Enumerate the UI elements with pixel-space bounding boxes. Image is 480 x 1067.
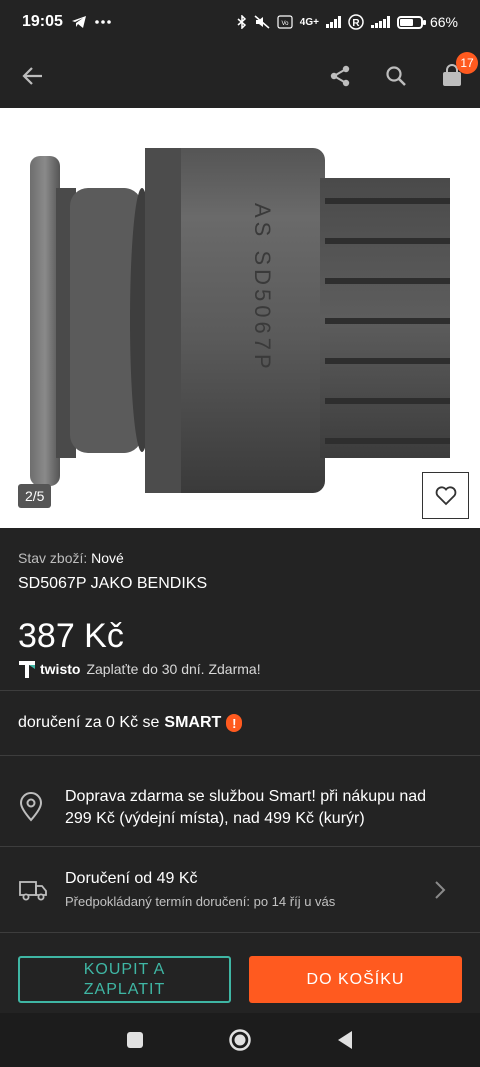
- svg-text:Vo: Vo: [281, 21, 289, 27]
- buy-now-button[interactable]: KOUPIT A ZAPLATIT: [18, 956, 231, 1003]
- volte-icon: Vo: [277, 15, 293, 29]
- twisto-logo: twisto: [18, 659, 80, 679]
- twisto-text: Zaplaťte do 30 dní. Zdarma!: [86, 661, 261, 677]
- twisto-icon: [19, 661, 35, 678]
- search-icon[interactable]: [376, 56, 416, 96]
- back-arrow-icon[interactable]: [13, 56, 53, 96]
- telegram-icon: [71, 16, 86, 28]
- add-to-cart-button[interactable]: DO KOŠÍKU: [249, 956, 462, 1003]
- chevron-right-icon: [435, 881, 446, 899]
- free-shipping-text: Doprava zdarma se službou Smart! při nák…: [65, 788, 427, 827]
- smart-text: doručení za 0 Kč se: [18, 714, 160, 731]
- location-pin-icon: [19, 792, 43, 822]
- bluetooth-icon: [237, 15, 246, 29]
- condition: Stav zboží: Nové: [18, 550, 124, 566]
- recents-icon: [127, 1032, 143, 1048]
- svg-text:R: R: [352, 18, 360, 29]
- favorite-button[interactable]: [422, 472, 469, 519]
- divider: [0, 755, 480, 756]
- app-bar: 17: [0, 44, 480, 108]
- delivery-title: Doručení od 49 Kč: [65, 870, 198, 887]
- battery-percent: 66%: [429, 14, 458, 30]
- battery-fill: [399, 18, 413, 26]
- smart-badge-icon: !: [226, 714, 243, 732]
- image-counter: 2/5: [18, 484, 52, 508]
- twisto-banner[interactable]: twisto Zaplaťte do 30 dní. Zdarma!: [18, 659, 261, 679]
- twisto-brand: twisto: [40, 661, 81, 677]
- recents-button[interactable]: [120, 1025, 150, 1055]
- divider: [0, 846, 480, 847]
- system-nav-bar: [0, 1013, 480, 1067]
- network-type: 4G+: [299, 16, 319, 28]
- product-image-gallery[interactable]: AS SD5067P 2/5: [0, 108, 480, 528]
- smart-brand: SMART: [164, 714, 222, 731]
- delivery-subtitle: Předpokládaný termín doručení: po 14 říj…: [65, 894, 336, 909]
- wifi-signal-icon: [370, 16, 390, 28]
- mute-icon: [254, 15, 270, 29]
- home-button[interactable]: [225, 1025, 255, 1055]
- divider: [0, 690, 480, 691]
- product-marking: AS SD5067P: [250, 203, 275, 373]
- heart-outline-icon: [435, 485, 456, 505]
- condition-value: Nové: [91, 550, 124, 566]
- condition-label: Stav zboží:: [18, 550, 88, 566]
- truck-icon: [19, 881, 47, 901]
- battery-icon: [396, 15, 426, 29]
- cart-button[interactable]: 17: [432, 52, 478, 96]
- product-image: AS SD5067P: [30, 148, 450, 493]
- share-icon[interactable]: [320, 56, 360, 96]
- more-icon: [95, 20, 111, 24]
- delivery-row[interactable]: Doručení od 49 Kč Předpokládaný termín d…: [0, 870, 480, 940]
- action-bar: KOUPIT A ZAPLATIT DO KOŠÍKU: [0, 945, 480, 1013]
- smart-delivery[interactable]: doručení za 0 Kč se SMART !: [18, 714, 243, 732]
- cart-badge: 17: [456, 52, 478, 74]
- product-price: 387 Kč: [18, 617, 124, 655]
- back-button[interactable]: [330, 1025, 360, 1055]
- product-title: SD5067P JAKO BENDIKS: [18, 575, 208, 592]
- home-icon: [229, 1029, 251, 1051]
- buy-now-label: KOUPIT A ZAPLATIT: [83, 960, 166, 998]
- divider: [0, 932, 480, 933]
- status-bar: 19:05 Vo 4G+ R 66%: [0, 0, 480, 44]
- back-triangle-icon: [338, 1031, 352, 1049]
- status-time: 19:05: [22, 13, 63, 30]
- registered-icon: R: [348, 14, 364, 30]
- add-to-cart-label: DO KOŠÍKU: [306, 970, 405, 988]
- signal-icon: [325, 16, 341, 28]
